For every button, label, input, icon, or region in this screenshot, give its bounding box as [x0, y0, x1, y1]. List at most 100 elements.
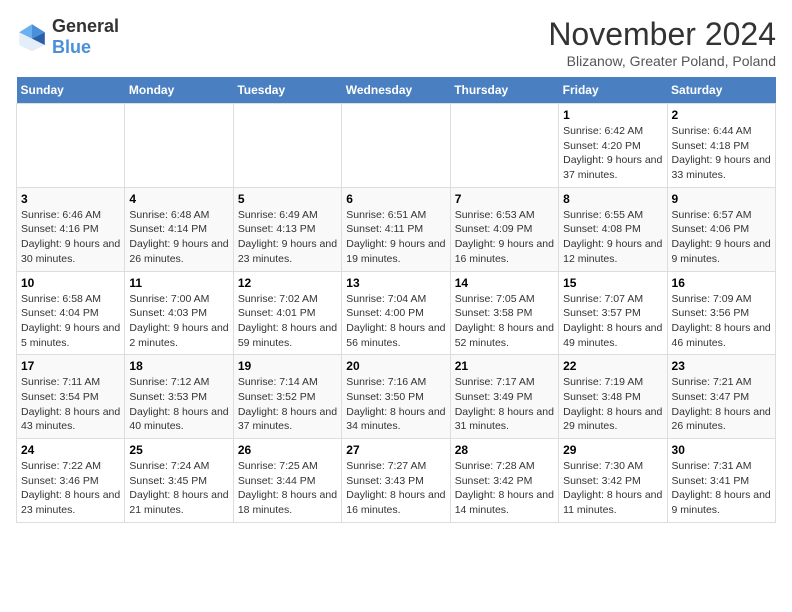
- day-detail: Sunrise: 6:57 AMSunset: 4:06 PMDaylight:…: [672, 208, 771, 267]
- calendar-cell: 12 Sunrise: 7:02 AMSunset: 4:01 PMDaylig…: [233, 271, 341, 355]
- logo-general: General: [52, 16, 119, 36]
- day-number: 30: [672, 443, 771, 457]
- calendar-cell: [342, 104, 450, 188]
- calendar-cell: [233, 104, 341, 188]
- weekday-header-monday: Monday: [125, 77, 233, 104]
- day-detail: Sunrise: 6:58 AMSunset: 4:04 PMDaylight:…: [21, 292, 120, 351]
- calendar-cell: 4 Sunrise: 6:48 AMSunset: 4:14 PMDayligh…: [125, 187, 233, 271]
- calendar-cell: [125, 104, 233, 188]
- calendar-cell: 27 Sunrise: 7:27 AMSunset: 3:43 PMDaylig…: [342, 439, 450, 523]
- calendar-cell: 2 Sunrise: 6:44 AMSunset: 4:18 PMDayligh…: [667, 104, 775, 188]
- calendar-cell: 9 Sunrise: 6:57 AMSunset: 4:06 PMDayligh…: [667, 187, 775, 271]
- day-number: 28: [455, 443, 554, 457]
- week-row-3: 10 Sunrise: 6:58 AMSunset: 4:04 PMDaylig…: [17, 271, 776, 355]
- logo-icon: [16, 21, 48, 53]
- day-detail: Sunrise: 7:24 AMSunset: 3:45 PMDaylight:…: [129, 459, 228, 518]
- week-row-1: 1 Sunrise: 6:42 AMSunset: 4:20 PMDayligh…: [17, 104, 776, 188]
- day-detail: Sunrise: 7:27 AMSunset: 3:43 PMDaylight:…: [346, 459, 445, 518]
- day-detail: Sunrise: 6:48 AMSunset: 4:14 PMDaylight:…: [129, 208, 228, 267]
- calendar-cell: 8 Sunrise: 6:55 AMSunset: 4:08 PMDayligh…: [559, 187, 667, 271]
- calendar-cell: 24 Sunrise: 7:22 AMSunset: 3:46 PMDaylig…: [17, 439, 125, 523]
- day-number: 21: [455, 359, 554, 373]
- calendar-cell: 14 Sunrise: 7:05 AMSunset: 3:58 PMDaylig…: [450, 271, 558, 355]
- calendar-cell: 11 Sunrise: 7:00 AMSunset: 4:03 PMDaylig…: [125, 271, 233, 355]
- day-detail: Sunrise: 7:00 AMSunset: 4:03 PMDaylight:…: [129, 292, 228, 351]
- day-number: 9: [672, 192, 771, 206]
- weekday-header-wednesday: Wednesday: [342, 77, 450, 104]
- day-detail: Sunrise: 7:17 AMSunset: 3:49 PMDaylight:…: [455, 375, 554, 434]
- day-detail: Sunrise: 7:09 AMSunset: 3:56 PMDaylight:…: [672, 292, 771, 351]
- calendar-cell: 23 Sunrise: 7:21 AMSunset: 3:47 PMDaylig…: [667, 355, 775, 439]
- location: Blizanow, Greater Poland, Poland: [548, 53, 776, 69]
- day-detail: Sunrise: 7:14 AMSunset: 3:52 PMDaylight:…: [238, 375, 337, 434]
- day-detail: Sunrise: 7:02 AMSunset: 4:01 PMDaylight:…: [238, 292, 337, 351]
- day-number: 19: [238, 359, 337, 373]
- calendar-cell: 26 Sunrise: 7:25 AMSunset: 3:44 PMDaylig…: [233, 439, 341, 523]
- day-number: 16: [672, 276, 771, 290]
- day-detail: Sunrise: 7:04 AMSunset: 4:00 PMDaylight:…: [346, 292, 445, 351]
- day-detail: Sunrise: 6:55 AMSunset: 4:08 PMDaylight:…: [563, 208, 662, 267]
- day-number: 5: [238, 192, 337, 206]
- day-detail: Sunrise: 6:42 AMSunset: 4:20 PMDaylight:…: [563, 124, 662, 183]
- day-detail: Sunrise: 7:31 AMSunset: 3:41 PMDaylight:…: [672, 459, 771, 518]
- day-detail: Sunrise: 7:28 AMSunset: 3:42 PMDaylight:…: [455, 459, 554, 518]
- calendar-cell: 16 Sunrise: 7:09 AMSunset: 3:56 PMDaylig…: [667, 271, 775, 355]
- calendar-cell: 6 Sunrise: 6:51 AMSunset: 4:11 PMDayligh…: [342, 187, 450, 271]
- calendar-cell: 10 Sunrise: 6:58 AMSunset: 4:04 PMDaylig…: [17, 271, 125, 355]
- calendar-cell: 22 Sunrise: 7:19 AMSunset: 3:48 PMDaylig…: [559, 355, 667, 439]
- calendar-cell: 15 Sunrise: 7:07 AMSunset: 3:57 PMDaylig…: [559, 271, 667, 355]
- weekday-header-saturday: Saturday: [667, 77, 775, 104]
- week-row-4: 17 Sunrise: 7:11 AMSunset: 3:54 PMDaylig…: [17, 355, 776, 439]
- weekday-header-row: SundayMondayTuesdayWednesdayThursdayFrid…: [17, 77, 776, 104]
- calendar-cell: 1 Sunrise: 6:42 AMSunset: 4:20 PMDayligh…: [559, 104, 667, 188]
- day-detail: Sunrise: 6:46 AMSunset: 4:16 PMDaylight:…: [21, 208, 120, 267]
- week-row-5: 24 Sunrise: 7:22 AMSunset: 3:46 PMDaylig…: [17, 439, 776, 523]
- weekday-header-sunday: Sunday: [17, 77, 125, 104]
- day-number: 13: [346, 276, 445, 290]
- day-number: 17: [21, 359, 120, 373]
- calendar-cell: 28 Sunrise: 7:28 AMSunset: 3:42 PMDaylig…: [450, 439, 558, 523]
- page-header: General Blue November 2024 Blizanow, Gre…: [16, 16, 776, 69]
- calendar-table: SundayMondayTuesdayWednesdayThursdayFrid…: [16, 77, 776, 523]
- day-detail: Sunrise: 7:19 AMSunset: 3:48 PMDaylight:…: [563, 375, 662, 434]
- calendar-cell: 18 Sunrise: 7:12 AMSunset: 3:53 PMDaylig…: [125, 355, 233, 439]
- day-detail: Sunrise: 6:53 AMSunset: 4:09 PMDaylight:…: [455, 208, 554, 267]
- day-number: 29: [563, 443, 662, 457]
- day-number: 26: [238, 443, 337, 457]
- calendar-cell: 19 Sunrise: 7:14 AMSunset: 3:52 PMDaylig…: [233, 355, 341, 439]
- day-number: 27: [346, 443, 445, 457]
- logo-text: General Blue: [52, 16, 119, 58]
- day-detail: Sunrise: 7:21 AMSunset: 3:47 PMDaylight:…: [672, 375, 771, 434]
- week-row-2: 3 Sunrise: 6:46 AMSunset: 4:16 PMDayligh…: [17, 187, 776, 271]
- calendar-cell: 7 Sunrise: 6:53 AMSunset: 4:09 PMDayligh…: [450, 187, 558, 271]
- day-detail: Sunrise: 6:51 AMSunset: 4:11 PMDaylight:…: [346, 208, 445, 267]
- day-number: 2: [672, 108, 771, 122]
- title-area: November 2024 Blizanow, Greater Poland, …: [548, 16, 776, 69]
- day-number: 3: [21, 192, 120, 206]
- day-number: 18: [129, 359, 228, 373]
- calendar-cell: 30 Sunrise: 7:31 AMSunset: 3:41 PMDaylig…: [667, 439, 775, 523]
- day-detail: Sunrise: 7:07 AMSunset: 3:57 PMDaylight:…: [563, 292, 662, 351]
- day-number: 4: [129, 192, 228, 206]
- day-number: 14: [455, 276, 554, 290]
- day-number: 1: [563, 108, 662, 122]
- day-number: 24: [21, 443, 120, 457]
- calendar-cell: 20 Sunrise: 7:16 AMSunset: 3:50 PMDaylig…: [342, 355, 450, 439]
- day-number: 7: [455, 192, 554, 206]
- day-detail: Sunrise: 7:16 AMSunset: 3:50 PMDaylight:…: [346, 375, 445, 434]
- calendar-cell: 3 Sunrise: 6:46 AMSunset: 4:16 PMDayligh…: [17, 187, 125, 271]
- day-detail: Sunrise: 6:49 AMSunset: 4:13 PMDaylight:…: [238, 208, 337, 267]
- month-title: November 2024: [548, 16, 776, 53]
- calendar-cell: 29 Sunrise: 7:30 AMSunset: 3:42 PMDaylig…: [559, 439, 667, 523]
- day-detail: Sunrise: 7:12 AMSunset: 3:53 PMDaylight:…: [129, 375, 228, 434]
- day-number: 11: [129, 276, 228, 290]
- logo-blue: Blue: [52, 37, 91, 57]
- day-detail: Sunrise: 7:11 AMSunset: 3:54 PMDaylight:…: [21, 375, 120, 434]
- calendar-cell: 25 Sunrise: 7:24 AMSunset: 3:45 PMDaylig…: [125, 439, 233, 523]
- weekday-header-friday: Friday: [559, 77, 667, 104]
- day-detail: Sunrise: 7:25 AMSunset: 3:44 PMDaylight:…: [238, 459, 337, 518]
- day-number: 25: [129, 443, 228, 457]
- calendar-cell: 13 Sunrise: 7:04 AMSunset: 4:00 PMDaylig…: [342, 271, 450, 355]
- calendar-cell: [17, 104, 125, 188]
- day-number: 22: [563, 359, 662, 373]
